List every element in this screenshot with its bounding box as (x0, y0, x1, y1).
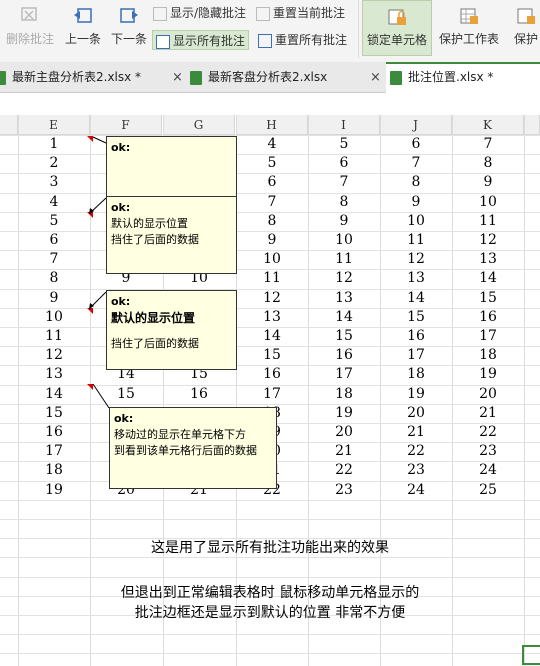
comment-box[interactable]: ok: 移动过的显示在单元格下方 到看到该单元格行后面的数据 (109, 407, 277, 489)
comment-box[interactable]: ok: 默认的显示位置 挡住了后面的数据 (106, 290, 237, 370)
comment-box[interactable]: ok: 默认的显示位置 挡住了后面的数据 (106, 196, 237, 274)
sheet-note-line: 这是用了显示所有批注功能出来的效果 (151, 540, 389, 556)
comment-connectors (88, 136, 110, 409)
selected-cell[interactable] (522, 645, 540, 665)
sheet-note-line: 但退出到正常编辑表格时 鼠标移动单元格显示的 (120, 585, 420, 601)
sheet-note-line: 批注边框还是显示到默认的位置 非常不方便 (134, 605, 406, 621)
comment-box[interactable]: ok: (106, 136, 237, 198)
